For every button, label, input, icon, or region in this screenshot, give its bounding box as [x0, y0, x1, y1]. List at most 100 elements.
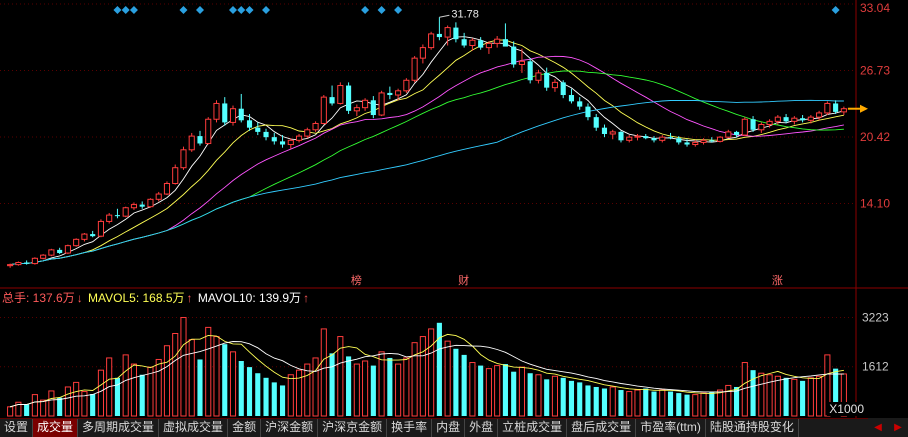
- volume-bar-down: [197, 359, 203, 416]
- candle-body-down: [370, 100, 376, 116]
- tab-2[interactable]: 多周期成交量: [78, 419, 160, 437]
- tab-7[interactable]: 换手率: [387, 419, 433, 437]
- candle-body-down: [511, 46, 517, 65]
- volume-bar-up: [130, 363, 138, 417]
- candle-body-up: [419, 47, 426, 59]
- candle-body-up: [81, 233, 88, 240]
- candle-body-up: [807, 116, 814, 121]
- tab-6[interactable]: 沪深京金额: [318, 419, 388, 437]
- event-diamond-icon: [121, 6, 130, 14]
- candle-body-up: [634, 135, 641, 138]
- volume-bar-down: [246, 367, 253, 416]
- volume-bar-down: [238, 361, 244, 416]
- tab-11[interactable]: 盘后成交量: [567, 419, 637, 437]
- candle-body-up: [155, 193, 162, 200]
- candle-body-up: [188, 135, 195, 151]
- candle-body-up: [213, 102, 220, 120]
- candle-body-up: [130, 204, 138, 209]
- candle-body-down: [676, 138, 682, 143]
- volume-bar-up: [725, 384, 732, 417]
- tab-3[interactable]: 虚拟成交量: [159, 419, 229, 437]
- volume-bar-down: [478, 365, 484, 416]
- candle-body-up: [180, 149, 187, 169]
- volume-bar-up: [40, 399, 47, 417]
- candle-body-down: [246, 120, 253, 128]
- candle-body-up: [48, 249, 55, 256]
- candle-body-up: [551, 81, 559, 89]
- candle-body-up: [411, 57, 418, 81]
- volume-bar-up: [353, 363, 360, 417]
- event-diamond-icon: [831, 6, 840, 14]
- tab-0[interactable]: 设置: [0, 419, 34, 437]
- candle-body-up: [362, 99, 369, 109]
- candle-body-up: [766, 120, 773, 126]
- scroll-left-icon[interactable]: ◀: [874, 422, 882, 433]
- ma60-line: [10, 99, 844, 266]
- volume-axis: 3223 1612: [862, 311, 889, 374]
- ma10-line: [10, 39, 844, 266]
- total-volume-label: 总手: 137.6万: [2, 291, 75, 305]
- volume-bar-up: [700, 392, 707, 417]
- candle-body-up: [428, 33, 435, 49]
- volume-bar-down: [585, 385, 591, 416]
- candle-body-up: [535, 72, 542, 81]
- candle-body-up: [518, 60, 525, 65]
- tab-12[interactable]: 市盈率(ttm): [636, 419, 706, 437]
- tab-10[interactable]: 立桩成交量: [498, 419, 568, 437]
- candle-body-up: [229, 108, 237, 123]
- candle-body-down: [279, 141, 286, 145]
- candle-body-up: [758, 124, 765, 131]
- volume-bar-up: [48, 390, 55, 417]
- volume-bar-down: [544, 379, 550, 416]
- volume-bar-up: [320, 328, 327, 417]
- tab-9[interactable]: 外盘: [465, 419, 499, 437]
- event-diamond-icon: [262, 6, 271, 14]
- volume-bar-down: [667, 391, 674, 416]
- candle-body-down: [560, 82, 566, 96]
- tab-13[interactable]: 陆股通持股变化: [706, 419, 799, 437]
- scroll-right-icon[interactable]: ▶: [894, 422, 902, 433]
- volume-bar-up: [535, 374, 542, 417]
- volume-bar-down: [370, 365, 376, 416]
- candle-body-up: [741, 118, 748, 136]
- tab-4[interactable]: 金额: [228, 419, 262, 437]
- event-diamond-icon: [361, 6, 370, 14]
- candle-body-down: [618, 131, 624, 141]
- moving-average-lines: [10, 36, 845, 266]
- event-diamond-icon: [229, 6, 238, 14]
- candle-body-down: [271, 137, 277, 142]
- candle-body-up: [485, 42, 492, 49]
- candle-body-up: [378, 92, 385, 116]
- volume-bar-down: [255, 373, 261, 416]
- ma30-line: [10, 70, 844, 266]
- volume-bar-up: [287, 374, 294, 417]
- tab-5[interactable]: 沪深金额: [261, 419, 319, 437]
- volume-bar-up: [766, 374, 773, 417]
- candle-body-down: [453, 27, 459, 40]
- volume-bar-up: [97, 369, 104, 417]
- candle-body-down: [527, 61, 533, 81]
- event-label: 榜: [351, 273, 362, 287]
- event-diamond-icon: [377, 6, 386, 14]
- volume-bar-down: [346, 356, 352, 416]
- volume-bar-up: [609, 386, 616, 417]
- candle-body-down: [833, 103, 839, 112]
- volume-bar-down: [800, 380, 806, 416]
- candle-body-up: [626, 136, 633, 141]
- candle-body-down: [24, 262, 30, 264]
- candle-body-down: [502, 39, 508, 47]
- candle-body-up: [444, 27, 451, 38]
- tab-scroll: ◀ ▶: [868, 418, 908, 436]
- volume-bar-down: [560, 377, 566, 416]
- price-tick-label: 14.10: [860, 197, 890, 211]
- volume-bar-up: [716, 389, 724, 417]
- candle-body-down: [667, 137, 674, 139]
- tab-8[interactable]: 内盘: [432, 419, 466, 437]
- volume-bar-down: [651, 391, 657, 416]
- volume-bar-up: [122, 354, 129, 417]
- volume-bar-up: [378, 351, 385, 417]
- candle-body-up: [337, 85, 344, 104]
- candle-body-up: [172, 167, 179, 185]
- volume-bar-up: [213, 336, 220, 417]
- tab-1[interactable]: 成交量: [33, 419, 79, 437]
